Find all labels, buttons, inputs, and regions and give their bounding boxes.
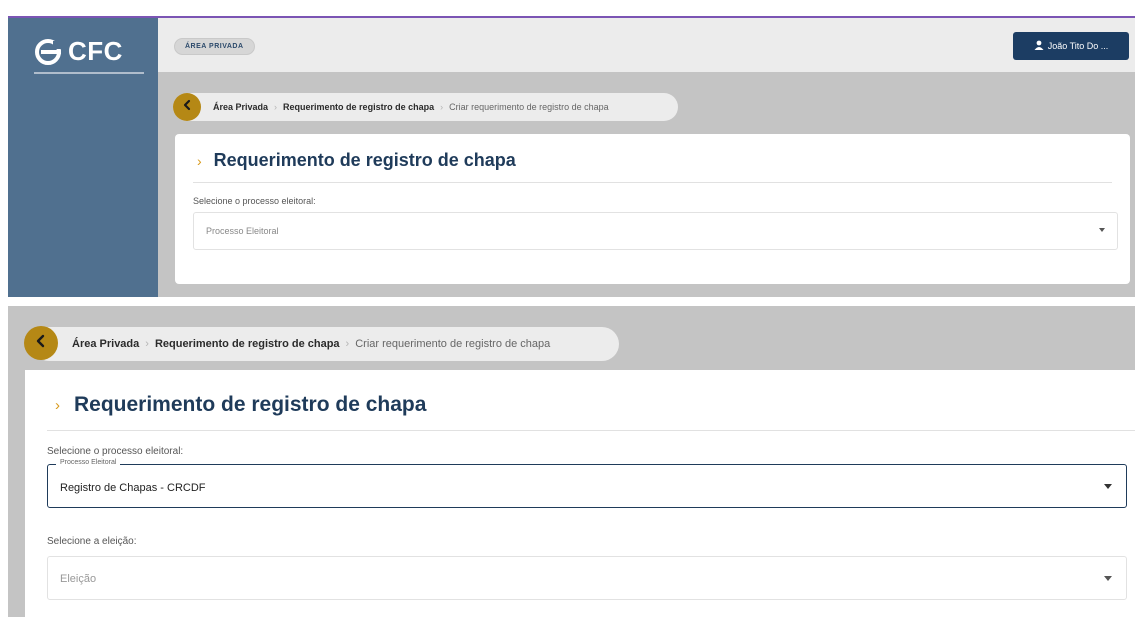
breadcrumb-current: Criar requerimento de registro de chapa [355, 338, 551, 350]
dropdown-arrow-icon [1099, 228, 1105, 232]
process-select-placeholder: Processo Eleitoral [206, 226, 279, 236]
process-select[interactable]: Processo Eleitoral Registro de Chapas - … [47, 459, 1127, 508]
page-title-text: Requerimento de registro de chapa [74, 393, 427, 416]
divider [47, 430, 1135, 431]
sidebar: CFC [8, 18, 158, 297]
screenshot-panel-initial: CFC ÁREA PRIVADA João Tito Do ... Área P… [8, 16, 1135, 297]
form-card: › Requerimento de registro de chapa Sele… [175, 134, 1130, 284]
cfc-logo-icon [34, 38, 66, 66]
chevron-right-icon: › [55, 396, 60, 414]
dropdown-arrow-icon [1104, 576, 1112, 581]
logo-text: CFC [68, 36, 123, 66]
back-button[interactable] [173, 93, 201, 121]
user-name: João Tito Do ... [1047, 41, 1109, 51]
page-title: › Requerimento de registro de chapa [197, 150, 516, 171]
breadcrumb-separator-icon: › [274, 102, 278, 112]
breadcrumb-requerimento[interactable]: Requerimento de registro de chapa [283, 102, 434, 112]
breadcrumb-separator-icon: › [440, 102, 444, 112]
page-title: › Requerimento de registro de chapa [55, 393, 426, 417]
breadcrumb-separator-icon: › [145, 338, 149, 350]
chevron-left-icon [181, 98, 193, 116]
breadcrumb-separator-icon: › [345, 338, 350, 350]
process-select-value: Registro de Chapas - CRCDF [60, 482, 206, 494]
breadcrumb-area-privada[interactable]: Área Privada [72, 338, 139, 350]
election-select[interactable]: Eleição [47, 556, 1127, 600]
breadcrumb-requerimento[interactable]: Requerimento de registro de chapa [155, 338, 340, 350]
breadcrumb-current: Criar requerimento de registro de chapa [449, 102, 609, 112]
page-title-text: Requerimento de registro de chapa [213, 150, 516, 170]
user-icon [1034, 40, 1044, 52]
breadcrumb: Área Privada › Requerimento de registro … [173, 93, 678, 121]
top-header: ÁREA PRIVADA João Tito Do ... [158, 18, 1135, 72]
process-label: Selecione o processo eleitoral: [193, 196, 316, 206]
election-select-placeholder: Eleição [60, 573, 97, 585]
cfc-logo[interactable]: CFC [34, 36, 123, 67]
back-button[interactable] [24, 326, 58, 360]
breadcrumb: Área Privada › Requerimento de registro … [32, 327, 619, 361]
dropdown-arrow-icon [1104, 484, 1112, 489]
logo-subtitle-line [34, 72, 144, 74]
area-privada-chip[interactable]: ÁREA PRIVADA [174, 38, 255, 55]
process-select-floating-label: Processo Eleitoral [56, 459, 121, 466]
screenshot-panel-selected: Área Privada › Requerimento de registro … [8, 306, 1135, 617]
user-menu-button[interactable]: João Tito Do ... [1013, 32, 1129, 60]
process-label: Selecione o processo eleitoral: [47, 446, 184, 457]
breadcrumb-area-privada[interactable]: Área Privada [213, 102, 268, 112]
form-card: › Requerimento de registro de chapa Sele… [25, 370, 1135, 617]
process-select[interactable]: Processo Eleitoral [193, 212, 1118, 250]
chevron-left-icon [34, 334, 48, 353]
chevron-right-icon: › [197, 152, 202, 169]
election-label: Selecione a eleição: [47, 536, 137, 547]
divider [193, 182, 1112, 183]
